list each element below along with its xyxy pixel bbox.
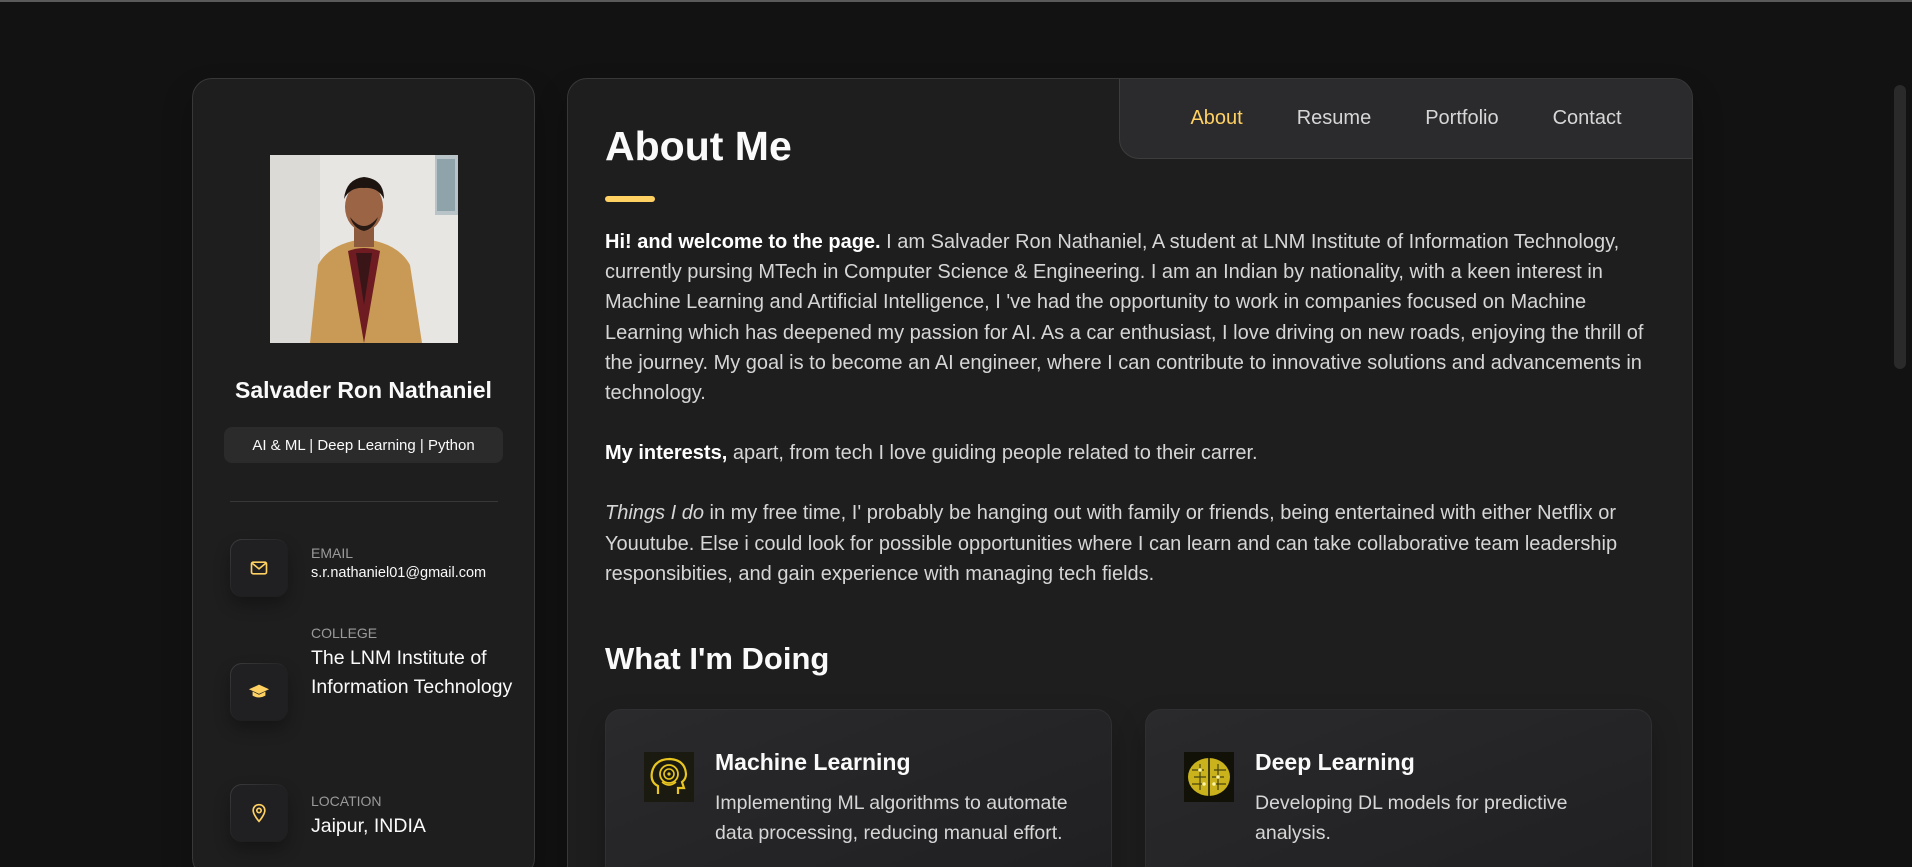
- service-text-ml: Implementing ML algorithms to automate d…: [715, 792, 1068, 844]
- service-title-dl: Deep Learning: [1255, 749, 1415, 775]
- nav-link-contact[interactable]: Contact: [1526, 107, 1649, 130]
- profile-title-badge: AI & ML | Deep Learning | Python: [224, 427, 503, 463]
- brain-circuit-icon: [1184, 752, 1234, 802]
- college-value: The LNM Institute of Information Technol…: [311, 647, 513, 698]
- college-icon-box: [230, 663, 288, 721]
- intro-bold: Hi! and welcome to the page.: [605, 231, 881, 253]
- about-paragraph-interests: My interests, apart, from tech I love gu…: [605, 438, 1655, 468]
- services-title: What I'm Doing: [605, 641, 830, 676]
- service-title-ml: Machine Learning: [715, 749, 911, 775]
- email-label: Email: [311, 545, 354, 561]
- graduation-cap-icon: [248, 684, 270, 698]
- nav-link-about[interactable]: About: [1163, 107, 1269, 130]
- about-paragraph-things: Things I do in my free time, I' probably…: [605, 498, 1655, 589]
- email-link[interactable]: s.r.nathaniel01@gmail.com: [311, 565, 521, 581]
- location-pin-icon: [252, 803, 266, 823]
- location-text: Location Jaipur, INDIA: [311, 793, 521, 841]
- about-text: Hi! and welcome to the page. I am Salvad…: [605, 227, 1655, 619]
- service-card-dl: Deep Learning Developing DL models for p…: [1145, 709, 1652, 867]
- interests-bold: My interests,: [605, 442, 728, 465]
- page-scrollbar[interactable]: [1894, 85, 1906, 369]
- sidebar: Salvader Ron Nathaniel AI & ML | Deep Le…: [192, 78, 535, 867]
- college-label: College: [311, 625, 378, 641]
- profile-name: Salvader Ron Nathaniel: [235, 377, 492, 403]
- avatar: [270, 155, 458, 343]
- interests-text: apart, from tech I love guiding people r…: [727, 442, 1258, 465]
- navbar: About Resume Portfolio Contact: [1119, 79, 1692, 159]
- title-underline: [605, 196, 655, 202]
- service-text-dl: Developing DL models for predictive anal…: [1255, 792, 1568, 844]
- location-label: Location: [311, 793, 382, 809]
- location-value: Jaipur, INDIA: [311, 815, 426, 837]
- main-article: About Resume Portfolio Contact About Me …: [567, 78, 1693, 867]
- profile-photo: [270, 155, 458, 343]
- service-card-ml: Machine Learning Implementing ML algorit…: [605, 709, 1112, 867]
- things-text: in my free time, I' probably be hanging …: [605, 502, 1618, 585]
- email-icon-box: [230, 539, 288, 597]
- about-paragraph-intro: Hi! and welcome to the page. I am Salvad…: [605, 227, 1655, 408]
- things-italic: Things I do: [605, 502, 704, 525]
- location-icon-box: [230, 784, 288, 842]
- ai-head-icon: [644, 752, 694, 802]
- college-text: College The LNM Institute of Information…: [311, 625, 521, 702]
- mail-icon: [250, 561, 268, 575]
- nav-link-portfolio[interactable]: Portfolio: [1398, 107, 1525, 130]
- email-text: Email s.r.nathaniel01@gmail.com: [311, 545, 521, 581]
- sidebar-separator: [230, 501, 498, 502]
- page-title: About Me: [605, 123, 792, 169]
- nav-link-resume[interactable]: Resume: [1270, 107, 1398, 130]
- intro-text: I am Salvader Ron Nathaniel, A student a…: [605, 231, 1644, 405]
